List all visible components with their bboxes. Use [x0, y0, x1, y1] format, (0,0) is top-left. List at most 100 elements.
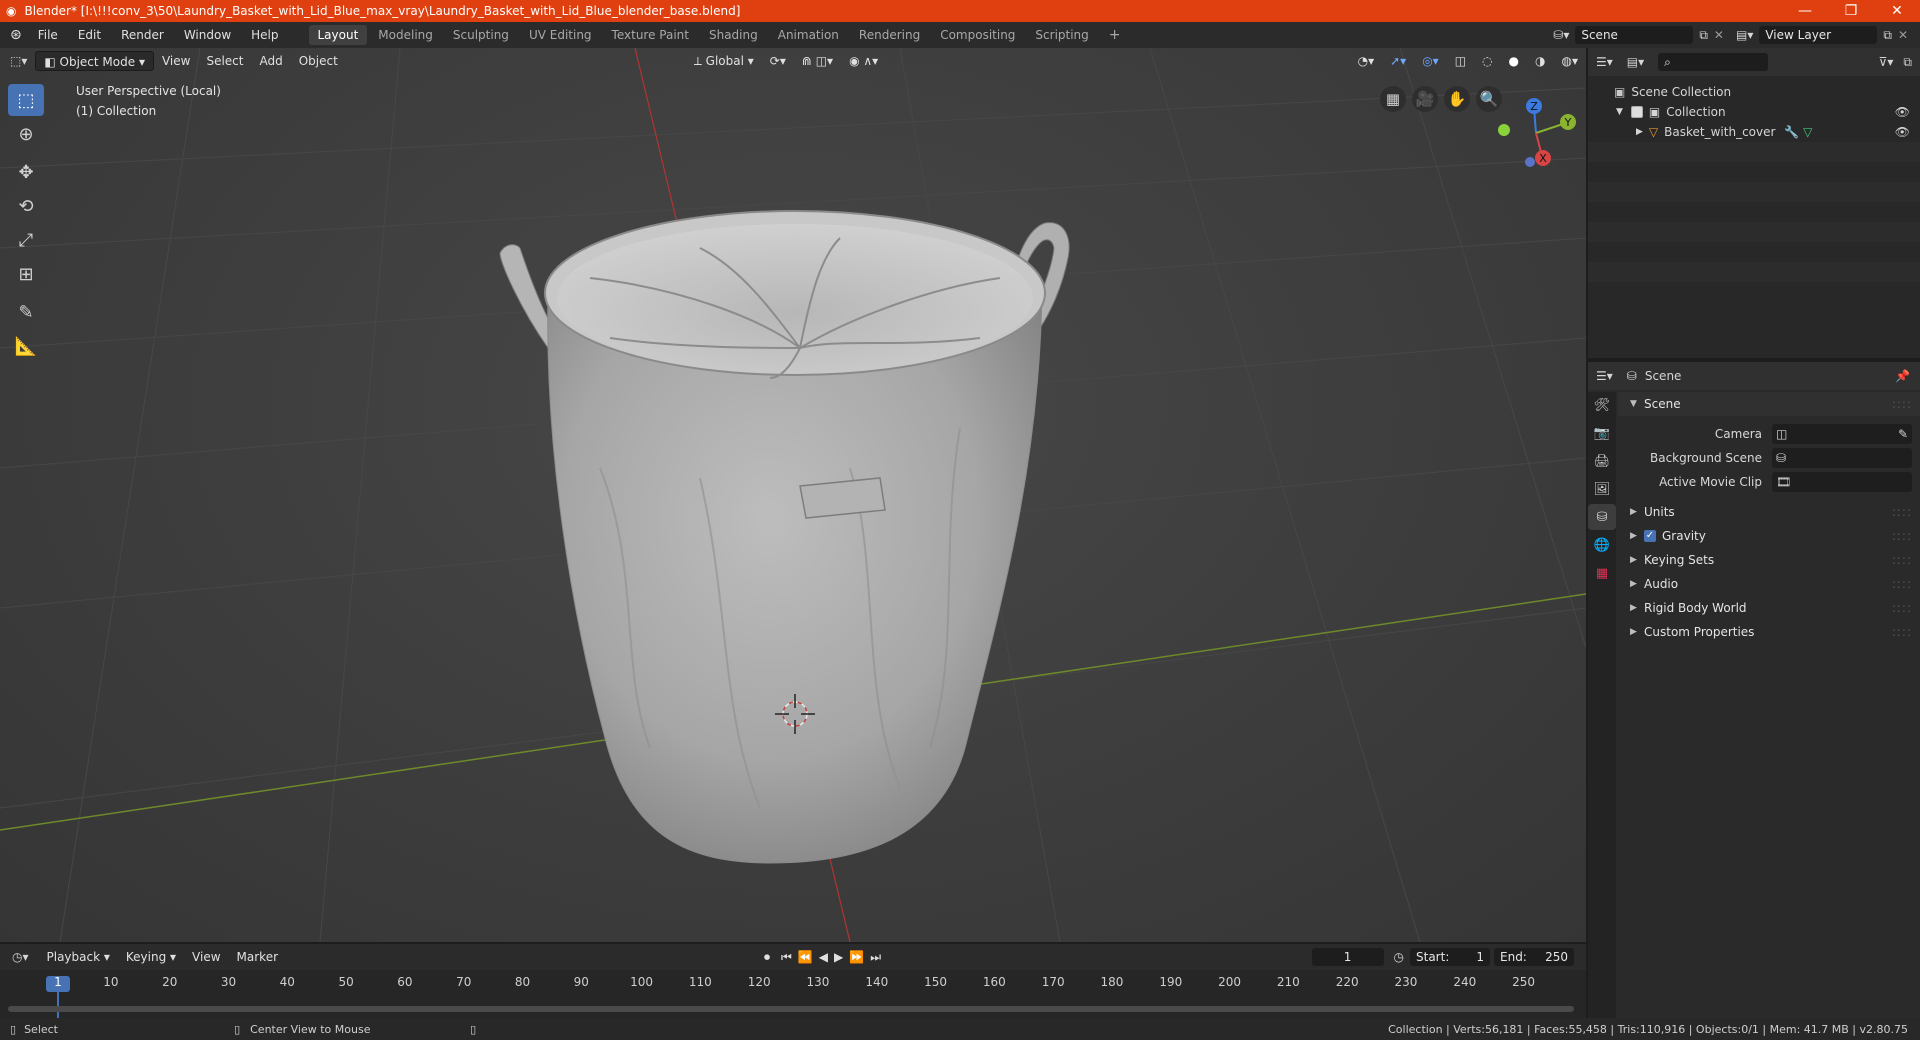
play-icon[interactable]: ▶ [831, 947, 846, 967]
pin-icon[interactable]: 📌 [1895, 369, 1910, 383]
tab-scripting[interactable]: Scripting [1026, 25, 1097, 45]
gizmo-toggle-icon[interactable]: ➚▾ [1382, 51, 1414, 71]
outliner-search-input[interactable]: ⌕ [1658, 53, 1769, 71]
drag-grip-icon[interactable]: :::: [1892, 548, 1912, 572]
snap-icon[interactable]: ⋒ ◫▾ [794, 51, 841, 71]
section-gravity[interactable]: ▶ ✓ Gravity :::: [1618, 524, 1920, 548]
new-collection-icon[interactable]: ⧉ [1903, 55, 1912, 70]
minimize-button[interactable]: — [1782, 3, 1828, 19]
cursor-tool-icon[interactable]: ⊕ [8, 118, 44, 150]
overlays-icon[interactable]: ◎▾ [1414, 51, 1447, 71]
filter-icon[interactable]: ⊽▾ [1879, 55, 1894, 69]
drag-grip-icon[interactable]: :::: [1892, 524, 1912, 548]
shading-rendered-icon[interactable]: ◍▾ [1554, 51, 1587, 71]
outliner-scene-collection[interactable]: ▣ Scene Collection [1588, 82, 1920, 102]
annotate-tool-icon[interactable]: ✎ [8, 296, 44, 328]
tab-animation[interactable]: Animation [769, 25, 848, 45]
camera-view-icon[interactable]: 🎥 [1412, 86, 1438, 112]
tab-shading[interactable]: Shading [700, 25, 767, 45]
expand-arrow-icon[interactable]: ▶ [1636, 122, 1643, 142]
tool-tab-icon[interactable]: 🛠 [1588, 392, 1616, 418]
restore-button[interactable]: ❐ [1828, 3, 1874, 19]
tab-rendering[interactable]: Rendering [850, 25, 929, 45]
drag-grip-icon[interactable]: :::: [1892, 596, 1912, 620]
record-icon[interactable]: ⏺ [756, 947, 778, 967]
scene-selector[interactable]: Scene [1575, 26, 1694, 44]
movie-clip-field[interactable]: 🎞 [1772, 472, 1912, 492]
background-scene-field[interactable]: ⛁ [1772, 448, 1912, 468]
new-viewlayer-icon[interactable]: ⧉ [1883, 28, 1892, 43]
section-audio[interactable]: ▶ Audio :::: [1618, 572, 1920, 596]
shading-material-icon[interactable]: ◑ [1527, 51, 1553, 71]
menu-select[interactable]: Select [198, 51, 251, 71]
viewlayer-icon[interactable]: ▤▾ [1736, 28, 1753, 42]
shading-wireframe-icon[interactable]: ◌ [1474, 51, 1500, 71]
outliner-collection[interactable]: ▼ ▣ Collection 👁 [1588, 102, 1920, 122]
menu-keying[interactable]: Keying ▾ [118, 947, 184, 967]
drag-grip-icon[interactable]: :::: [1892, 572, 1912, 596]
current-frame-field[interactable]: 1 [1311, 948, 1384, 966]
transform-tool-icon[interactable]: ⊞ [8, 258, 44, 290]
menu-timeline-view[interactable]: View [184, 947, 228, 967]
menu-marker[interactable]: Marker [229, 947, 286, 967]
scene-tab-icon[interactable]: ⛁ [1588, 504, 1616, 530]
navigation-gizmo[interactable]: Z Y X [1486, 88, 1576, 178]
world-tab-icon[interactable]: 🌐 [1588, 532, 1616, 558]
outliner-editor-icon[interactable]: ☰▾ [1596, 55, 1613, 69]
start-frame-field[interactable]: Start: 1 [1410, 948, 1490, 966]
section-custom-properties[interactable]: ▶ Custom Properties :::: [1618, 620, 1920, 644]
camera-field[interactable]: ◫ ✎ [1772, 424, 1912, 444]
drag-grip-icon[interactable]: :::: [1892, 392, 1912, 416]
rotate-tool-icon[interactable]: ⟲ [8, 190, 44, 222]
proportional-edit-icon[interactable]: ◉ ∧▾ [841, 51, 886, 71]
select-box-icon[interactable]: ⬚ [8, 84, 44, 116]
mode-selector[interactable]: ◧ Object Mode ▾ [35, 51, 154, 71]
menu-edit[interactable]: Edit [68, 22, 111, 48]
texture-tab-icon[interactable]: ▦ [1588, 560, 1616, 586]
menu-view[interactable]: View [154, 51, 198, 71]
view-layer-tab-icon[interactable]: 🖼 [1588, 476, 1616, 502]
tab-modeling[interactable]: Modeling [369, 25, 442, 45]
delete-viewlayer-icon[interactable]: ✕ [1898, 28, 1908, 42]
jump-keyframe-forward-icon[interactable]: ⏩ [846, 947, 867, 967]
section-units[interactable]: ▶ Units :::: [1618, 500, 1920, 524]
menu-window[interactable]: Window [174, 22, 241, 48]
mesh-data-icon[interactable]: ▽ [1803, 122, 1895, 142]
pivot-icon[interactable]: ⟳▾ [762, 51, 794, 71]
eye-icon[interactable]: 👁 [1895, 122, 1910, 142]
pan-hand-icon[interactable]: ✋ [1444, 86, 1470, 112]
section-keying-sets[interactable]: ▶ Keying Sets :::: [1618, 548, 1920, 572]
viewlayer-selector[interactable]: View Layer [1759, 26, 1878, 44]
3d-viewport[interactable]: ⬚▾ ◧ Object Mode ▾ View Select Add Objec… [0, 48, 1586, 942]
orientation-selector[interactable]: ⟂ Global ▾ [686, 51, 762, 71]
collection-checkbox[interactable] [1630, 106, 1643, 118]
timeline-scrollbar[interactable] [8, 1006, 1574, 1012]
close-button[interactable]: ✕ [1874, 3, 1920, 19]
tab-uv-editing[interactable]: UV Editing [520, 25, 601, 45]
new-scene-icon[interactable]: ⧉ [1699, 28, 1708, 43]
drag-grip-icon[interactable]: :::: [1892, 620, 1912, 644]
scale-tool-icon[interactable]: ⤢ [8, 224, 44, 256]
section-rigid-body-world[interactable]: ▶ Rigid Body World :::: [1618, 596, 1920, 620]
visibility-icon[interactable]: ◔▾ [1350, 51, 1383, 71]
eye-icon[interactable]: 👁 [1895, 102, 1910, 122]
tab-layout[interactable]: Layout [308, 25, 368, 45]
modifier-icon[interactable]: 🔧 [1784, 122, 1799, 142]
add-workspace-button[interactable]: + [1100, 25, 1130, 45]
menu-render[interactable]: Render [111, 22, 174, 48]
properties-editor-icon[interactable]: ☰▾ [1596, 369, 1613, 383]
section-scene[interactable]: ▼ Scene :::: [1618, 392, 1920, 416]
scene-icon[interactable]: ⛁▾ [1553, 28, 1569, 42]
output-tab-icon[interactable]: 🖨 [1588, 448, 1616, 474]
preview-range-icon[interactable]: ◷ [1394, 950, 1404, 964]
shading-solid-icon[interactable]: ● [1501, 51, 1527, 71]
menu-add[interactable]: Add [251, 51, 290, 71]
blender-menu-icon[interactable]: ⊛ [10, 27, 22, 43]
jump-start-icon[interactable]: ⏮ [778, 947, 795, 967]
play-reverse-icon[interactable]: ◀ [816, 947, 831, 967]
render-tab-icon[interactable]: 📷 [1588, 420, 1616, 446]
tab-compositing[interactable]: Compositing [931, 25, 1024, 45]
eyedropper-icon[interactable]: ✎ [1898, 424, 1908, 444]
jump-end-icon[interactable]: ⏭ [867, 947, 884, 967]
end-frame-field[interactable]: End: 250 [1494, 948, 1574, 966]
